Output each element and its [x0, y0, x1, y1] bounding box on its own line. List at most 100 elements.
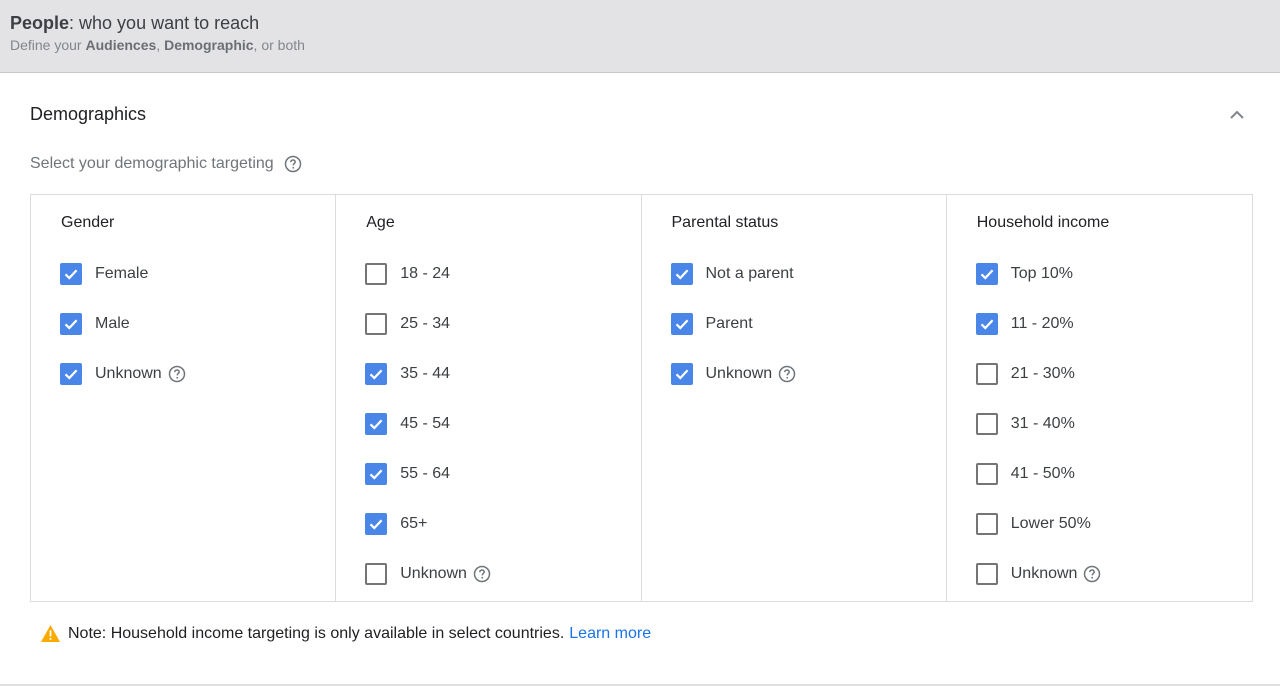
option-label: 18 - 24 [400, 265, 451, 282]
option-label: 21 - 30% [1010, 365, 1075, 382]
help-circle-icon[interactable] [284, 155, 302, 173]
checkmark-icon [369, 519, 383, 530]
checkbox-checked[interactable] [60, 263, 82, 285]
checkbox-unchecked[interactable] [365, 563, 388, 585]
people-subtitle: Define your Audiences, Demographic, or b… [10, 37, 305, 53]
checkbox-unchecked[interactable] [975, 413, 998, 435]
option-label: Female [95, 265, 149, 282]
checkbox-option[interactable]: 25 - 34 [365, 312, 450, 336]
option-label: 45 - 54 [400, 415, 451, 432]
help-circle-icon[interactable] [778, 365, 796, 383]
column-title: Age [366, 214, 395, 231]
checkbox-unchecked[interactable] [975, 363, 998, 385]
checkmark-icon [980, 269, 994, 280]
checkbox-checked[interactable] [670, 263, 693, 285]
column-household-income: Household income Top 10% 11 - 20% 21 - 30% 3… [947, 195, 1252, 601]
checkbox-unchecked[interactable] [975, 513, 998, 535]
option-label: 35 - 44 [400, 365, 451, 382]
checkbox-checked[interactable] [60, 363, 82, 385]
option-label: 65+ [400, 515, 428, 532]
option-label: Unknown [705, 365, 773, 382]
checkbox-checked[interactable] [365, 413, 388, 435]
demographic-term: Demographic [164, 37, 254, 53]
checkmark-icon [369, 469, 383, 480]
checkbox-option[interactable]: Unknown [670, 362, 797, 386]
checkbox-option[interactable]: 35 - 44 [365, 362, 450, 386]
checkmark-icon [64, 319, 78, 330]
checkbox-checked[interactable] [975, 313, 998, 335]
checkmark-icon [675, 369, 688, 380]
demographic-targeting-text: Select your demographic targeting [30, 155, 274, 172]
checkbox-option[interactable]: Male [60, 312, 130, 336]
section-title: Demographics [30, 104, 147, 124]
checkbox-option[interactable]: 55 - 64 [365, 462, 450, 486]
column-title: Gender [61, 214, 115, 231]
household-income-note: Note: Household income targeting is only… [40, 624, 651, 643]
checkmark-icon [369, 419, 383, 430]
option-label: Not a parent [705, 265, 794, 282]
checkbox-option[interactable]: Lower 50% [975, 512, 1091, 536]
checkbox-option[interactable]: 41 - 50% [975, 462, 1075, 486]
checkbox-checked[interactable] [670, 313, 693, 335]
checkbox-checked[interactable] [60, 313, 82, 335]
checkmark-icon [675, 319, 688, 330]
checkbox-option[interactable]: 11 - 20% [975, 312, 1074, 336]
audiences-term: Audiences [85, 37, 157, 53]
checkbox-option[interactable]: Not a parent [670, 262, 794, 286]
checkbox-option[interactable]: 21 - 30% [975, 362, 1075, 386]
option-label: Male [95, 315, 130, 332]
checkbox-option[interactable]: 31 - 40% [975, 412, 1075, 436]
checkbox-option[interactable]: Female [60, 262, 148, 286]
checkbox-checked[interactable] [365, 463, 388, 485]
people-title-bold: People [10, 13, 70, 33]
option-label: 11 - 20% [1010, 315, 1074, 332]
learn-more-link[interactable]: Learn more [569, 625, 651, 643]
checkbox-option[interactable]: Unknown [60, 362, 186, 386]
checkmark-icon [369, 369, 383, 380]
checkmark-icon [980, 319, 994, 330]
checkbox-option[interactable]: 45 - 54 [365, 412, 450, 436]
checkbox-option[interactable]: Parent [670, 312, 753, 336]
option-label: 41 - 50% [1010, 465, 1075, 482]
checkmark-icon [64, 369, 78, 380]
people-title: People: who you want to reach [10, 13, 259, 34]
option-label: Unknown [1010, 565, 1078, 582]
checkbox-option[interactable]: Unknown [365, 562, 491, 586]
column-parental-status: Parental status Not a parent Parent Unknown [642, 195, 947, 601]
checkbox-checked[interactable] [365, 513, 388, 535]
checkbox-unchecked[interactable] [975, 463, 998, 485]
checkbox-unchecked[interactable] [975, 563, 998, 585]
people-subtitle-prefix: Define your [10, 37, 86, 53]
people-subtitle-suffix: , or both [253, 37, 305, 53]
checkbox-option[interactable]: Unknown [975, 562, 1102, 586]
option-label: Unknown [95, 365, 162, 382]
collapse-button[interactable] [1226, 104, 1248, 126]
column-title: Household income [976, 214, 1110, 231]
people-title-rest: : who you want to reach [69, 13, 260, 33]
warning-icon [41, 625, 60, 642]
demographics-panel: Demographics Select your demographic tar… [0, 74, 1280, 686]
people-header[interactable]: People: who you want to reach Define you… [0, 0, 1280, 73]
demographic-grid: Gender Female Male Unknown Age 18 - 24 25 - 34… [30, 194, 1253, 602]
checkbox-checked[interactable] [670, 363, 693, 385]
option-label: 25 - 34 [400, 315, 451, 332]
column-gender: Gender Female Male Unknown [31, 195, 337, 601]
option-label: Lower 50% [1010, 515, 1091, 532]
column-age: Age 18 - 24 25 - 34 35 - 44 45 - 54 55 - 64 65… [336, 195, 642, 601]
checkbox-checked[interactable] [365, 363, 388, 385]
checkbox-unchecked[interactable] [365, 263, 388, 285]
help-circle-icon[interactable] [1083, 565, 1101, 583]
checkbox-checked[interactable] [975, 263, 998, 285]
option-label: 31 - 40% [1010, 415, 1075, 432]
checkbox-option[interactable]: Top 10% [975, 262, 1073, 286]
chevron-up-icon [1230, 110, 1244, 119]
option-label: Unknown [400, 565, 467, 582]
column-title: Parental status [671, 214, 779, 231]
help-circle-icon[interactable] [473, 565, 491, 583]
checkbox-option[interactable]: 65+ [365, 512, 427, 536]
help-circle-icon[interactable] [168, 365, 186, 383]
checkmark-icon [675, 269, 688, 280]
checkbox-option[interactable]: 18 - 24 [365, 262, 450, 286]
option-label: Parent [705, 315, 753, 332]
checkbox-unchecked[interactable] [365, 313, 388, 335]
